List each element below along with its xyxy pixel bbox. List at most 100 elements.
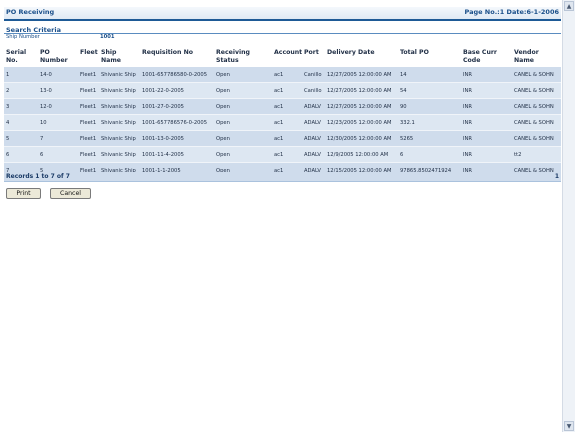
cell-serial-no: 3 xyxy=(4,98,38,115)
table-row[interactable]: 1 14-0 Fleet1 Shivanic Ship 1001-657786580-0… xyxy=(4,66,561,83)
cell-delivery-date: 12/27/2005 12:00:00 AM xyxy=(325,82,398,99)
page-title: PO Receiving xyxy=(6,8,55,16)
cell-account: ac1 xyxy=(272,98,302,115)
table-row[interactable]: 3 12-0 Fleet1 Shivanic Ship 1001-27-0-2005 Op… xyxy=(4,98,561,115)
column-header-receiving-status: Receiving Status xyxy=(214,48,272,67)
cell-receiving-status: Open xyxy=(214,146,272,163)
cell-fleet: Fleet1 xyxy=(78,130,99,147)
column-header-requisition-no: Requisition No xyxy=(140,48,214,67)
page-info: Page No.:1 Date:6-1-2006 xyxy=(464,8,560,16)
column-header-serial-no: Serial No. xyxy=(4,48,38,67)
print-button[interactable]: Print xyxy=(6,188,41,199)
scroll-down-icon[interactable]: ▼ xyxy=(564,421,574,431)
cell-port: ADALV xyxy=(302,114,325,131)
cell-port: Canillo xyxy=(302,82,325,99)
cell-po-number: 13-0 xyxy=(38,82,78,99)
cell-receiving-status: Open xyxy=(214,130,272,147)
cell-requisition-no: 1001-657786576-0-2005 xyxy=(140,114,214,131)
cell-base-curr-code: INR xyxy=(461,114,512,131)
cell-requisition-no: 1001-657786580-0-2005 xyxy=(140,66,214,83)
cell-total-po: 90 xyxy=(398,98,461,115)
table-header-row: Serial No. PO Number Fleet Ship Name Requisi… xyxy=(4,48,561,67)
cell-port: ADALV xyxy=(302,130,325,147)
cell-receiving-status: Open xyxy=(214,114,272,131)
table-row[interactable]: 5 7 Fleet1 Shivanic Ship 1001-13-0-2005 Open a… xyxy=(4,130,561,147)
cell-vendor-name: CANEL & SOHN xyxy=(512,114,561,131)
table-row[interactable]: 4 10 Fleet1 Shivanic Ship 1001-657786576-0-2… xyxy=(4,114,561,131)
scroll-up-icon[interactable]: ▲ xyxy=(564,1,574,11)
cell-ship-name: Shivanic Ship xyxy=(99,82,140,99)
cell-receiving-status: Open xyxy=(214,66,272,83)
cell-serial-no: 1 xyxy=(4,66,38,83)
cell-vendor-name: CANEL & SOHN xyxy=(512,66,561,83)
cell-fleet: Fleet1 xyxy=(78,82,99,99)
cell-delivery-date: 12/9/2005 12:00:00 AM xyxy=(325,146,398,163)
table-row[interactable]: 2 13-0 Fleet1 Shivanic Ship 1001-22-0-2005 Op… xyxy=(4,82,561,99)
records-footer: Records 1 to 7 of 7 1 xyxy=(4,172,561,182)
column-header-fleet: Fleet xyxy=(78,48,99,67)
cell-port: ADALV xyxy=(302,146,325,163)
cell-requisition-no: 1001-22-0-2005 xyxy=(140,82,214,99)
column-header-ship-name: Ship Name xyxy=(99,48,140,67)
vertical-scrollbar[interactable]: ▲ ▼ xyxy=(562,0,575,432)
cell-po-number: 6 xyxy=(38,146,78,163)
cell-account: ac1 xyxy=(272,146,302,163)
ship-number-value: 1001 xyxy=(100,34,115,40)
cell-requisition-no: 1001-13-0-2005 xyxy=(140,130,214,147)
cell-serial-no: 6 xyxy=(4,146,38,163)
column-header-total-po: Total PO xyxy=(398,48,461,67)
cell-delivery-date: 12/30/2005 12:00:00 AM xyxy=(325,130,398,147)
cell-vendor-name: tt2 xyxy=(512,146,561,163)
cell-serial-no: 5 xyxy=(4,130,38,147)
cell-account: ac1 xyxy=(272,130,302,147)
column-header-po-number: PO Number xyxy=(38,48,78,67)
cell-account: ac1 xyxy=(272,114,302,131)
cell-vendor-name: CANEL & SOHN xyxy=(512,82,561,99)
cell-vendor-name: CANEL & SOHN xyxy=(512,98,561,115)
cell-base-curr-code: INR xyxy=(461,82,512,99)
cell-account: ac1 xyxy=(272,82,302,99)
cell-delivery-date: 12/23/2005 12:00:00 AM xyxy=(325,114,398,131)
cell-base-curr-code: INR xyxy=(461,66,512,83)
page-number[interactable]: 1 xyxy=(555,173,559,180)
cell-port: Canillo xyxy=(302,66,325,83)
cancel-button[interactable]: Cancel xyxy=(50,188,91,199)
cell-ship-name: Shivanic Ship xyxy=(99,66,140,83)
column-header-delivery-date: Delivery Date xyxy=(325,48,398,67)
cell-delivery-date: 12/27/2005 12:00:00 AM xyxy=(325,66,398,83)
cell-serial-no: 2 xyxy=(4,82,38,99)
po-table: Serial No. PO Number Fleet Ship Name Requisi… xyxy=(4,48,561,179)
cell-ship-name: Shivanic Ship xyxy=(99,114,140,131)
search-criteria-heading: Search Criteria xyxy=(4,26,561,34)
cell-po-number: 10 xyxy=(38,114,78,131)
cell-total-po: 6 xyxy=(398,146,461,163)
cell-po-number: 7 xyxy=(38,130,78,147)
column-header-port: Port xyxy=(302,48,325,67)
title-bar: PO Receiving Page No.:1 Date:6-1-2006 xyxy=(4,7,561,21)
cell-serial-no: 4 xyxy=(4,114,38,131)
cell-base-curr-code: INR xyxy=(461,146,512,163)
cell-fleet: Fleet1 xyxy=(78,98,99,115)
page: PO Receiving Page No.:1 Date:6-1-2006 Se… xyxy=(0,0,563,432)
table-row[interactable]: 6 6 Fleet1 Shivanic Ship 1001-11-4-2005 Open a… xyxy=(4,146,561,163)
column-header-account: Account xyxy=(272,48,302,67)
column-header-base-curr-code: Base Curr Code xyxy=(461,48,512,67)
records-count: Records 1 to 7 of 7 xyxy=(6,173,70,180)
cell-vendor-name: CANEL & SOHN xyxy=(512,130,561,147)
cell-po-number: 14-0 xyxy=(38,66,78,83)
cell-account: ac1 xyxy=(272,66,302,83)
cell-receiving-status: Open xyxy=(214,98,272,115)
cell-total-po: 54 xyxy=(398,82,461,99)
cell-receiving-status: Open xyxy=(214,82,272,99)
table-body: 1 14-0 Fleet1 Shivanic Ship 1001-657786580-0… xyxy=(4,66,561,179)
cell-delivery-date: 12/27/2005 12:00:00 AM xyxy=(325,98,398,115)
cell-base-curr-code: INR xyxy=(461,130,512,147)
cell-ship-name: Shivanic Ship xyxy=(99,130,140,147)
cell-po-number: 12-0 xyxy=(38,98,78,115)
cell-total-po: 5265 xyxy=(398,130,461,147)
cell-total-po: 14 xyxy=(398,66,461,83)
cell-fleet: Fleet1 xyxy=(78,146,99,163)
cell-port: ADALV xyxy=(302,98,325,115)
cell-requisition-no: 1001-11-4-2005 xyxy=(140,146,214,163)
column-header-vendor-name: Vendor Name xyxy=(512,48,561,67)
